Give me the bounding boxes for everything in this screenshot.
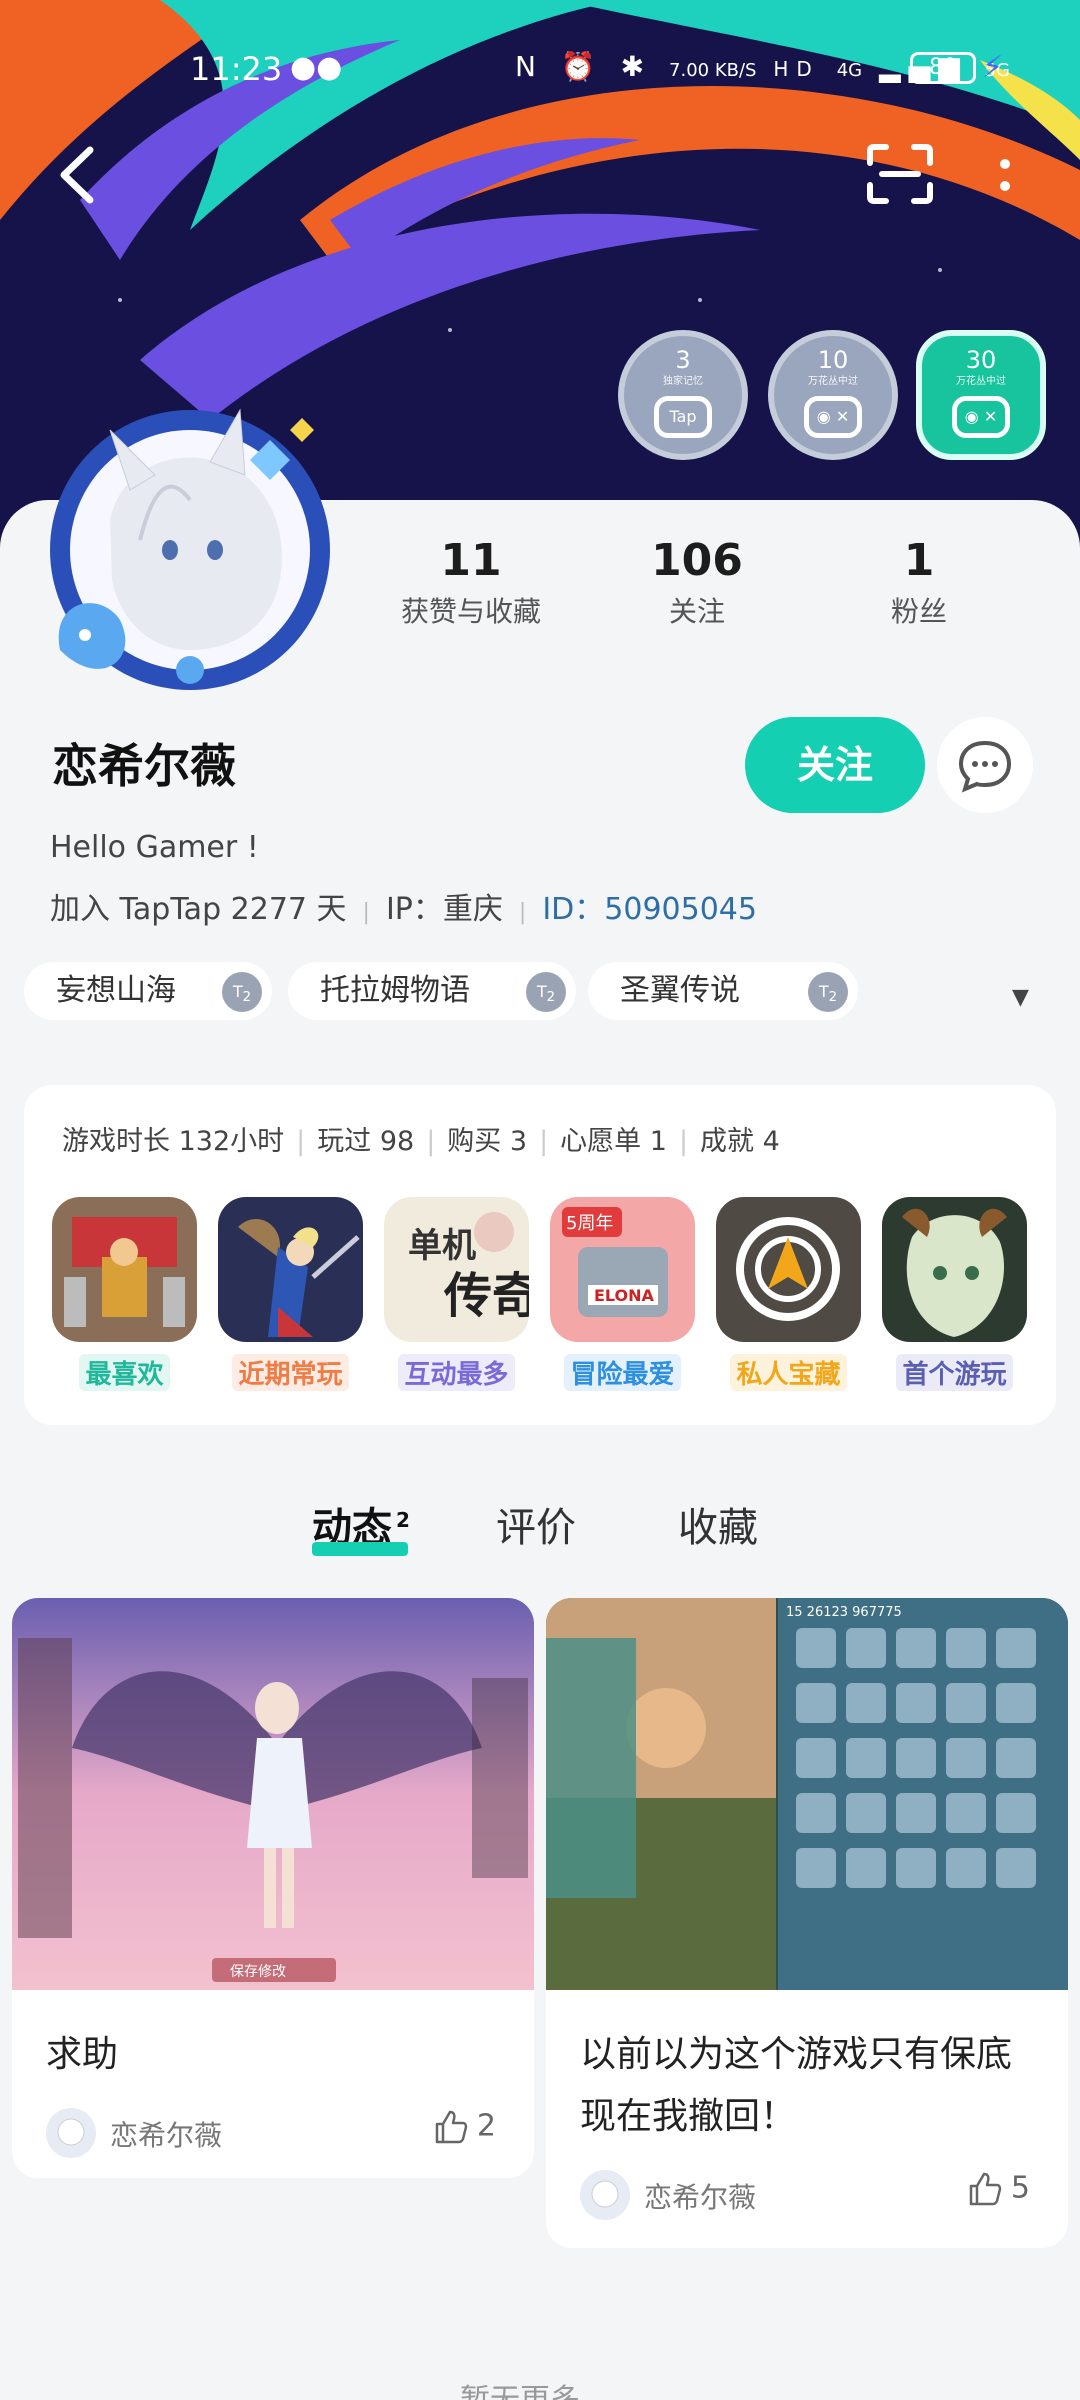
post-image: 15 26123 967775	[546, 1598, 1068, 1990]
thumbs-up-icon	[435, 2110, 468, 2144]
svg-text:ELONA: ELONA	[594, 1286, 655, 1305]
post-footer: 恋希尔薇 5	[546, 2148, 1068, 2238]
game-icon	[882, 1197, 1027, 1342]
game-tile[interactable]: 近期常玩	[218, 1197, 363, 1391]
svg-text:15 26123 967775: 15 26123 967775	[786, 1605, 902, 1620]
game-tile[interactable]: 最喜欢	[52, 1197, 197, 1391]
message-button[interactable]	[937, 717, 1033, 813]
post-image: 保存修改	[12, 1598, 534, 1990]
svg-text:传奇: 传奇	[443, 1268, 529, 1324]
tag-item[interactable]: 妄想山海 T2	[24, 962, 272, 1020]
more-options-icon[interactable]	[990, 150, 1020, 210]
author-avatar[interactable]	[580, 2170, 630, 2220]
tag-item[interactable]: 圣翼传说 T2	[588, 962, 858, 1020]
ip-location: IP：重庆	[385, 892, 503, 927]
net-speed: 7.00 KB/S	[669, 60, 757, 81]
username: 恋希尔薇	[52, 739, 236, 793]
follow-button[interactable]: 关注	[745, 717, 925, 813]
nfc-icon: N	[515, 50, 544, 83]
post-author[interactable]: 恋希尔薇	[110, 2114, 222, 2154]
tap-icon: Tap	[654, 396, 712, 438]
post-title: 以前以为这个游戏只有保底现在我撤回！	[580, 2034, 1013, 2137]
like-button[interactable]: 5	[965, 2170, 1030, 2208]
tab-active-indicator	[312, 1542, 408, 1556]
post-card[interactable]: 保存修改 求助 恋希尔薇 2	[12, 1598, 534, 2178]
tab-reviews[interactable]: 评价	[496, 1495, 576, 1553]
battery-icon: 80	[910, 52, 976, 84]
hd-icon: HD	[773, 57, 820, 81]
profile-tabs: 动态 2 评价 收藏	[0, 1495, 1080, 1565]
level-badge: T2	[222, 972, 262, 1012]
game-tile[interactable]: 首个游玩	[882, 1197, 1027, 1391]
svg-text:保存修改: 保存修改	[230, 1964, 286, 1980]
badge-tap-3[interactable]: 3 独家记忆 Tap	[618, 330, 748, 460]
game-icon	[218, 1197, 363, 1342]
avatar[interactable]	[40, 400, 340, 700]
author-avatar[interactable]	[46, 2108, 96, 2158]
signal-4g: 4G	[836, 60, 863, 81]
level-badge: T2	[526, 972, 566, 1012]
game-tags: 妄想山海 T2 托拉姆物语 T2 圣翼传说 T2	[24, 962, 1064, 1022]
thumbs-up-icon	[969, 2172, 1002, 2206]
game-icon: 5周年 ELONA	[550, 1197, 695, 1342]
expand-tags-icon[interactable]: ▼	[1012, 985, 1029, 1010]
game-icon	[52, 1197, 197, 1342]
stat-likes[interactable]: 11 获赞与收藏	[371, 535, 571, 630]
game-stats-line: 游戏时长 132小时 | 玩过 98 | 购买 3 | 心愿单 1 | 成就 4	[62, 1126, 780, 1157]
gamepad-icon: ◉ ✕	[804, 396, 862, 438]
game-icon: 单机 传奇	[384, 1197, 540, 1342]
joined-days: 加入 TapTap 2277 天	[50, 892, 347, 927]
post-footer: 恋希尔薇 2	[12, 2086, 534, 2176]
post-card[interactable]: 15 26123 967775 以前以为这个游戏只有保底现在我撤回！ 恋希尔薇 …	[546, 1598, 1068, 2248]
profile-meta: 加入 TapTap 2277 天 | IP：重庆 | ID：50905045	[50, 892, 757, 927]
level-badge: T2	[808, 972, 848, 1012]
status-bar: 11:23 ●● N ⏰ ✱ 7.00 KB/S HD 4G ▂▄▆ 5G 80…	[0, 40, 1080, 94]
game-tile[interactable]: 私人宝藏	[716, 1197, 861, 1391]
back-icon[interactable]	[50, 140, 110, 210]
scan-icon[interactable]	[866, 143, 934, 205]
post-author[interactable]: 恋希尔薇	[644, 2176, 756, 2216]
game-icon	[716, 1197, 861, 1342]
stat-followers[interactable]: 1 粉丝	[819, 535, 1019, 630]
bluetooth-icon: ✱	[620, 50, 653, 83]
alarm-icon: ⏰	[560, 50, 604, 83]
post-title: 求助	[46, 2034, 119, 2075]
gamepad-icon: ◉ ✕	[952, 396, 1010, 438]
tag-item[interactable]: 托拉姆物语 T2	[288, 962, 576, 1020]
svg-text:单机: 单机	[408, 1226, 476, 1266]
like-button[interactable]: 2	[431, 2108, 496, 2146]
game-stats-card[interactable]: 游戏时长 132小时 | 玩过 98 | 购买 3 | 心愿单 1 | 成就 4 最喜欢 近期常…	[24, 1085, 1056, 1425]
game-tile[interactable]: 单机 传奇 互动最多	[384, 1197, 540, 1391]
game-tile[interactable]: 5周年 ELONA 冒险最爱	[550, 1197, 695, 1391]
status-time: 11:23	[190, 50, 283, 88]
badge-gamepad-10[interactable]: 10 万花丛中过 ◉ ✕	[768, 330, 898, 460]
charging-icon: ⚡	[982, 50, 1004, 85]
stat-following[interactable]: 106 关注	[597, 535, 797, 630]
no-more-text: 暂无更多	[460, 2375, 580, 2400]
wechat-icon: ●●	[290, 50, 343, 85]
tab-posts-count: 2	[396, 1507, 410, 1532]
bio: Hello Gamer !	[50, 830, 259, 865]
tab-favorites[interactable]: 收藏	[678, 1495, 758, 1553]
user-id[interactable]: ID：50905045	[542, 892, 757, 927]
badge-gamepad-30[interactable]: 30 万花丛中过 ◉ ✕	[916, 330, 1046, 460]
svg-text:5周年: 5周年	[566, 1213, 613, 1234]
